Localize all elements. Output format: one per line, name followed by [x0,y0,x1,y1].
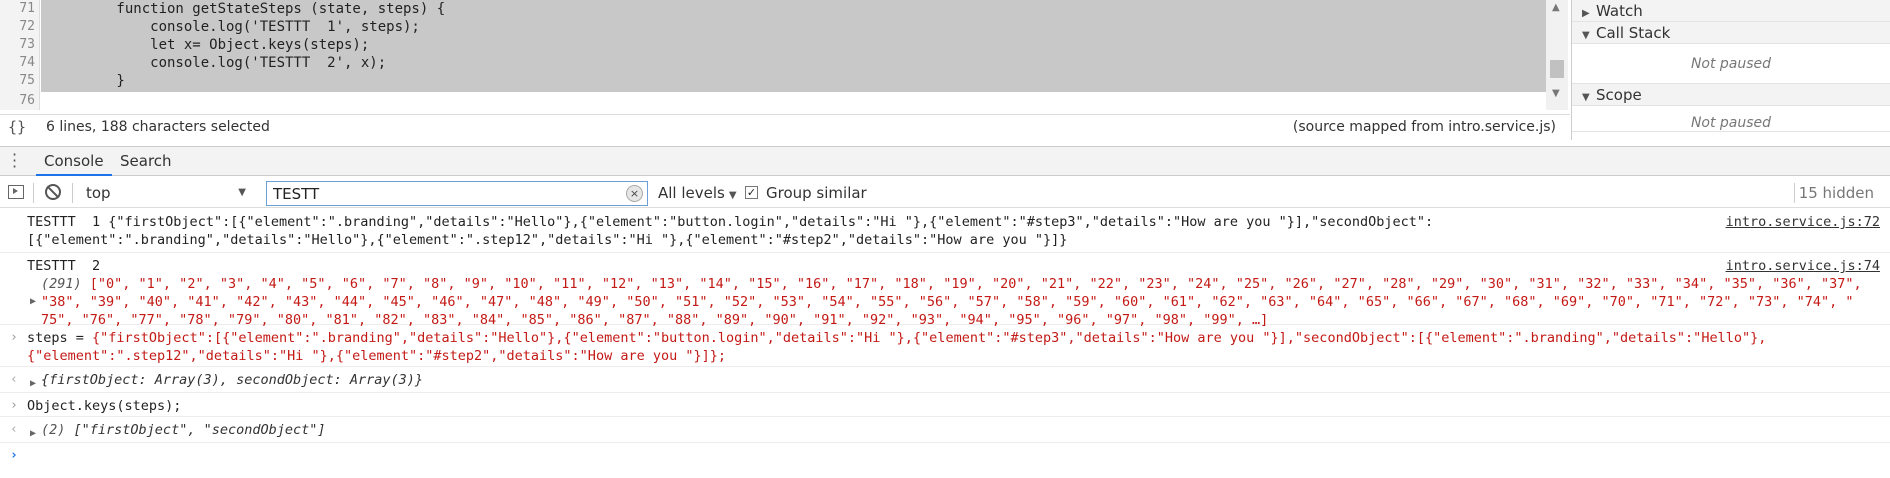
toolbar-divider [1794,183,1795,203]
show-console-sidebar-icon[interactable] [8,185,24,199]
scope-empty: Not paused [1572,106,1890,132]
console-input-entry: › Object.keys(steps); [0,393,1890,417]
code-line: 74 console.log('TESTTT 2', x); [19,54,1546,72]
line-number: 76 [19,93,35,108]
log-line: "38", "39", "40", "41", "42", "43", "44"… [41,294,1854,310]
log-levels-dropdown[interactable]: All levels ▼ [658,184,737,202]
toolbar-divider [72,183,73,203]
scroll-down-icon[interactable]: ▼ [1552,88,1560,99]
code-line: 76 [19,92,1546,110]
code-selection[interactable]: 71 function getStateSteps (state, steps)… [19,0,1546,92]
pretty-print-icon[interactable]: {} [8,118,26,136]
code-line: 71 function getStateSteps (state, steps)… [19,0,1546,18]
group-similar-checkbox[interactable]: ✓ [745,186,758,199]
log-line: [{"element":".branding","details":"Hello… [27,232,1068,248]
expand-down-icon: ▼ [1582,30,1590,41]
result-chevron-icon: ‹ [10,372,18,387]
line-number: 71 [19,1,35,16]
line-number: 74 [19,55,35,70]
source-mapped-info[interactable]: (source mapped from intro.service.js) [1293,119,1556,135]
expand-object-icon[interactable]: ▶ [30,375,36,393]
console-result-entry: ‹ ▶ {firstObject: Array(3), secondObject… [0,367,1890,393]
console-prompt[interactable]: › [0,443,1890,469]
group-similar-label[interactable]: Group similar [766,184,867,202]
log-message: TESTTT 2 intro.service.js:74 ▶ (291) ["0… [0,253,1890,328]
call-stack-empty: Not paused [1572,44,1890,84]
expand-array-icon[interactable]: ▶ [30,425,36,443]
line-number: 73 [19,37,35,52]
log-message: TESTTT 1 {"firstObject":[{"element":".br… [0,209,1890,253]
filter-input[interactable] [273,184,613,203]
more-options-icon[interactable]: · · · [12,147,17,175]
tab-console[interactable]: Console [36,147,112,176]
line-number: 75 [19,73,35,88]
debugger-sidebar: ▶ Watch ▼ Call Stack Not paused ▼ Scope Not… [1571,0,1890,140]
console-input-entry: › steps = {"firstObject":[{"element":".b… [0,325,1890,367]
execution-context-select[interactable]: top ▼ [80,181,250,205]
console-result-entry: ‹ ▶ (2) ["firstObject", "secondObject"] [0,417,1890,443]
expand-down-icon: ▼ [1582,92,1590,103]
log-line: steps = {"firstObject":[{"element":".bra… [27,330,1767,346]
editor-scrollbar[interactable]: ▲ ▼ [1546,0,1568,110]
expand-array-icon[interactable]: ▶ [30,293,36,311]
clear-filter-icon[interactable]: × [626,185,643,202]
hidden-count: 15 hidden [1798,184,1874,202]
toolbar-divider [33,183,34,203]
log-line: {firstObject: Array(3), secondObject: Ar… [41,372,424,388]
tab-search[interactable]: Search [112,147,180,176]
dropdown-caret-icon: ▼ [238,187,246,198]
dropdown-caret-icon: ▼ [728,190,737,201]
scroll-thumb[interactable] [1550,60,1564,78]
code-line: 75 } [19,72,1546,90]
log-line: TESTTT 1 {"firstObject":[{"element":".br… [27,214,1434,230]
result-chevron-icon: ‹ [10,422,18,437]
source-editor[interactable]: 71 function getStateSteps (state, steps)… [0,0,1570,110]
drawer-tab-bar: · · · Console Search [0,146,1890,176]
scope-section-header[interactable]: ▼ Scope [1572,84,1890,106]
log-line: (2) ["firstObject", "secondObject"] [41,422,326,438]
log-line: Object.keys(steps); [27,398,182,414]
prompt-chevron-icon: › [10,448,18,463]
code-line: 73 let x= Object.keys(steps); [19,36,1546,54]
source-link[interactable]: intro.service.js:74 [1726,257,1880,275]
clear-console-icon[interactable] [45,184,61,200]
console-filter-box[interactable]: × [266,181,648,206]
code-line: 72 console.log('TESTTT 1', steps); [19,18,1546,36]
watch-section-header[interactable]: ▶ Watch [1572,0,1890,22]
scroll-up-icon[interactable]: ▲ [1552,2,1560,13]
source-link[interactable]: intro.service.js:72 [1726,213,1880,231]
editor-status-bar: {} 6 lines, 188 characters selected (sou… [0,114,1570,140]
console-toolbar: top ▼ × All levels▼ ✓ Group similar 15 h… [0,178,1890,208]
console-messages: TESTTT 1 {"firstObject":[{"element":".br… [0,209,1890,478]
log-line: {"element":".step12","details":"Hi "},{"… [27,348,726,364]
line-number: 72 [19,19,35,34]
call-stack-section-header[interactable]: ▼ Call Stack [1572,22,1890,44]
selection-info: 6 lines, 188 characters selected [46,119,270,135]
log-line: TESTTT 2 [27,258,101,274]
log-line: (291) ["0", "1", "2", "3", "4", "5", "6"… [41,276,1862,292]
input-chevron-icon: › [10,330,18,345]
input-chevron-icon: › [10,398,18,413]
